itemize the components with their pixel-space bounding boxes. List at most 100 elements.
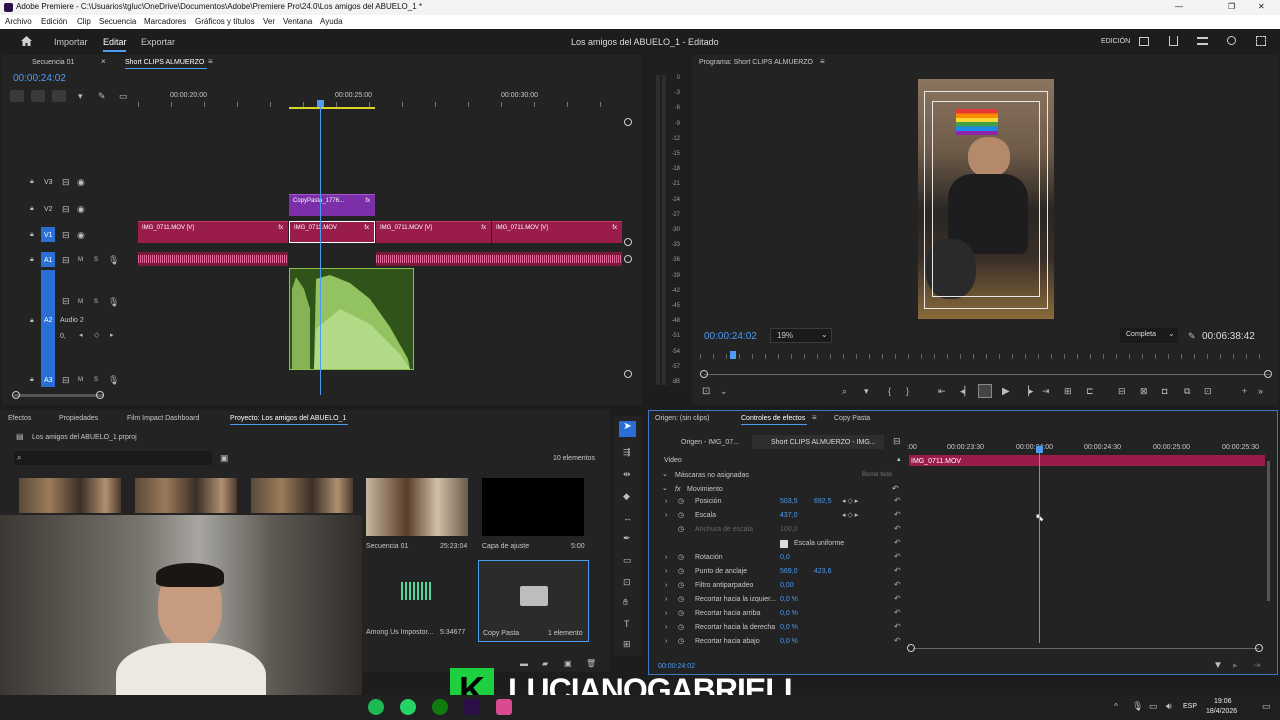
property-value[interactable]: 423,6 [814, 568, 832, 575]
wrench-icon[interactable]: ✎ [1188, 332, 1196, 341]
toggle-timeline-icon[interactable]: ⊟ [893, 437, 901, 446]
mute-button[interactable]: M [78, 299, 83, 305]
adjustment-layer-thumb[interactable] [482, 478, 584, 536]
stopwatch-icon[interactable]: ◷ [678, 638, 684, 645]
new-bin-icon[interactable]: ▰ [542, 660, 548, 668]
reset-icon[interactable]: ↶ [894, 539, 901, 547]
reset-icon[interactable]: ↶ [894, 567, 901, 575]
scrub-bar[interactable] [704, 374, 1270, 375]
clear-all-button[interactable]: Borrar todo [862, 472, 892, 478]
home-icon[interactable] [20, 35, 33, 47]
tab-film-impact[interactable]: Film Impact Dashboard [127, 415, 199, 422]
step-back-icon[interactable]: ◂▏ [960, 387, 971, 396]
more-icon[interactable]: » [1258, 387, 1263, 396]
uniform-scale-checkbox[interactable] [780, 540, 788, 548]
tab-controles[interactable]: Controles de efectos [741, 415, 805, 422]
crop-icon[interactable]: ⊡ [623, 578, 631, 587]
tab-menu-icon[interactable]: ≡ [208, 58, 213, 66]
trash-icon[interactable]: 🗑︎ [586, 660, 596, 668]
property-value[interactable]: 0,0 % [780, 638, 798, 645]
slip-icon[interactable]: ↔ [623, 514, 632, 523]
go-to-out-icon[interactable]: ⇥ [1042, 387, 1050, 396]
menu-marcadores[interactable]: Marcadores [144, 18, 186, 26]
search-input[interactable]: ⌕ [14, 451, 212, 465]
sync-icon[interactable]: ⊟ [62, 178, 70, 187]
loop-audio-icon[interactable]: ⇥ [1253, 661, 1261, 670]
expand-arrow-icon[interactable]: › [665, 610, 667, 617]
reset-icon[interactable]: ↶ [894, 497, 901, 505]
close-button[interactable]: ✕ [1258, 3, 1265, 11]
menu-archivo[interactable]: Archivo [5, 18, 32, 26]
scroll-handle-right[interactable] [1255, 644, 1263, 652]
scroll-circle-icon[interactable] [624, 255, 632, 263]
chevron-down-icon[interactable]: ⌄ [662, 471, 668, 478]
share-icon[interactable] [1169, 36, 1178, 46]
program-timecode[interactable]: 00:00:24:02 [704, 332, 757, 342]
snap-icon[interactable] [31, 90, 45, 102]
menu-ventana[interactable]: Ventana [283, 18, 312, 26]
clip-v1-c[interactable]: IMG_0711.MOV [V] fx [376, 221, 491, 243]
scroll-handle-left[interactable] [12, 391, 20, 399]
tray-chevron-icon[interactable]: ^ [1114, 703, 1118, 711]
tab-proyecto[interactable]: Proyecto: Los amigos del ABUELO_1 [230, 415, 346, 422]
program-menu-icon[interactable]: ≡ [820, 58, 825, 66]
filter-icon[interactable]: ▼ [1213, 661, 1223, 671]
solo-button[interactable]: S [94, 377, 98, 383]
property-value[interactable]: 0,0 % [780, 624, 798, 631]
fx-badge[interactable]: fx [675, 486, 680, 493]
tab-menu-icon[interactable]: ≡ [812, 414, 817, 422]
scrub-playhead[interactable] [730, 351, 736, 359]
fullscreen-icon[interactable] [1256, 36, 1266, 46]
expand-arrow-icon[interactable]: › [665, 512, 667, 519]
insert-icon[interactable]: ⊞ [1064, 387, 1072, 396]
play-audio-icon[interactable]: ▸ [1233, 661, 1238, 670]
keyframe-next-icon[interactable]: ▸ [110, 332, 114, 339]
wrench-icon[interactable]: ✎ [98, 92, 106, 101]
go-to-in-icon[interactable]: ⇤ [938, 387, 946, 396]
property-value[interactable]: 0,0 % [780, 610, 798, 617]
expand-arrow-icon[interactable]: › [665, 568, 667, 575]
new-item-icon[interactable]: ▣ [564, 660, 572, 668]
tab-importar[interactable]: Importar [54, 38, 88, 47]
chevron-down-icon[interactable]: ⌄ [662, 485, 668, 492]
expand-arrow-icon[interactable]: › [665, 582, 667, 589]
quick-export-icon[interactable] [1197, 37, 1208, 45]
insert-tool-icon[interactable] [10, 90, 24, 102]
chevron-down-icon[interactable]: ⌄ [720, 387, 728, 396]
ec-scrollbar-v[interactable] [1267, 461, 1270, 601]
clock-time[interactable]: 19:06 [1214, 698, 1232, 705]
compare-icon[interactable]: ⧉ [1184, 387, 1190, 396]
microphone-icon[interactable]: 🎙︎ [108, 256, 119, 265]
eye-icon[interactable]: ◉ [77, 178, 85, 187]
menu-ayuda[interactable]: Ayuda [320, 18, 343, 26]
stopwatch-icon[interactable]: ◷ [678, 568, 684, 575]
volume-icon[interactable]: 🔊︎ [1166, 702, 1172, 711]
timeline-scrollbar[interactable] [14, 394, 104, 397]
tab-propiedades[interactable]: Propiedades [59, 415, 98, 422]
property-value[interactable]: 569,0 [780, 568, 798, 575]
extract-icon[interactable]: ⊠ [1140, 387, 1148, 396]
mute-button[interactable]: M [78, 377, 83, 383]
lock-icon[interactable]: 🔒︎ [30, 317, 34, 324]
reset-icon[interactable]: ↶ [894, 581, 901, 589]
menu-ver[interactable]: Ver [263, 18, 275, 26]
menu-clip[interactable]: Clip [77, 18, 91, 26]
scroll-circle-icon[interactable] [624, 238, 632, 246]
eye-icon[interactable]: ◉ [77, 205, 85, 214]
add-button-icon[interactable]: + [1242, 387, 1247, 396]
ec-scrollbar-h[interactable] [913, 648, 1259, 649]
new-bin-icon[interactable]: ▣ [220, 454, 229, 463]
sync-icon[interactable]: ⊟ [62, 205, 70, 214]
loop-icon[interactable] [978, 384, 992, 398]
audio-clip-a1-b[interactable] [376, 252, 622, 266]
panel-layout-icon[interactable] [1139, 37, 1149, 46]
tab-copy-pasta[interactable]: Copy Pasta [834, 415, 870, 422]
captions-icon[interactable]: ▭ [119, 92, 128, 101]
tab-efectos[interactable]: Efectos [8, 415, 31, 422]
captions-tool-icon[interactable]: ⊞ [623, 640, 631, 649]
scroll-handle-left[interactable] [907, 644, 915, 652]
scroll-circle-icon[interactable] [624, 370, 632, 378]
reset-icon[interactable]: ↶ [894, 595, 901, 603]
xbox-icon[interactable] [432, 699, 448, 715]
expand-arrow-icon[interactable]: › [665, 498, 667, 505]
